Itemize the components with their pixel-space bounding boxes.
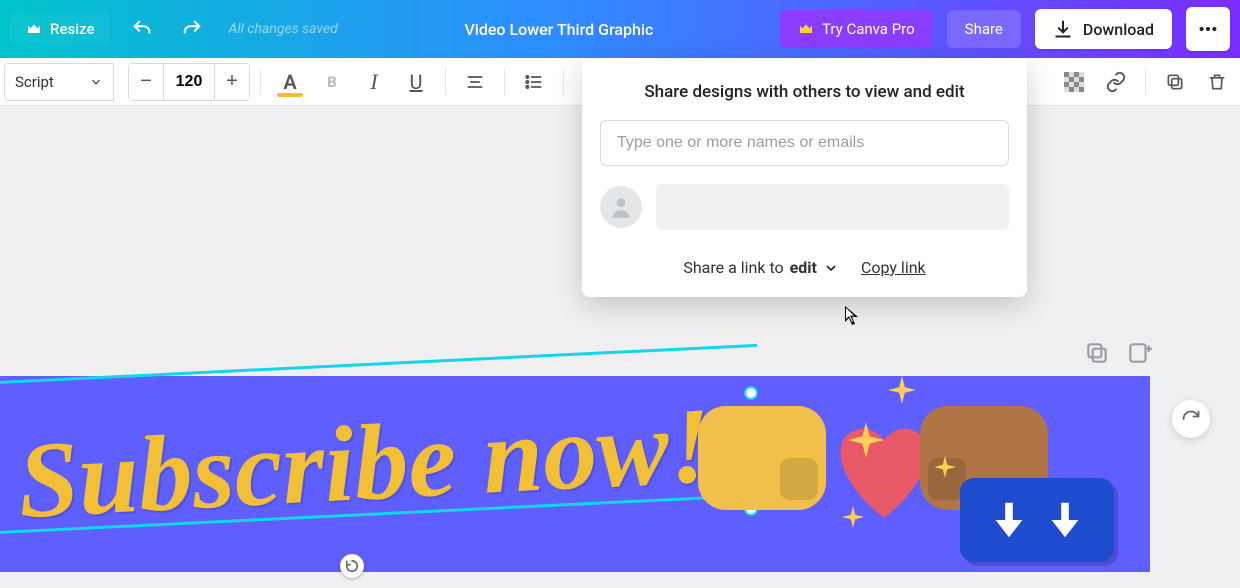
resize-label: Resize xyxy=(50,20,94,38)
transparency-button[interactable] xyxy=(1055,63,1093,101)
share-popover: Share designs with others to view and ed… xyxy=(582,58,1027,297)
cursor-icon xyxy=(843,305,861,327)
person-icon xyxy=(608,194,634,220)
design-canvas[interactable]: Subscribe now! xyxy=(0,376,1150,572)
copy-link-button[interactable]: Copy link xyxy=(861,258,926,277)
align-center-icon xyxy=(465,72,485,92)
font-size-stepper: − + xyxy=(128,63,250,101)
divider xyxy=(504,69,505,95)
transparency-icon xyxy=(1064,72,1084,92)
download-icon xyxy=(1053,19,1073,39)
sticker-group[interactable] xyxy=(690,376,930,536)
arrow-down-icon xyxy=(1042,497,1088,543)
list-button[interactable] xyxy=(515,63,553,101)
duplicate-button[interactable] xyxy=(1156,63,1194,101)
font-size-input[interactable] xyxy=(163,64,215,100)
rotate-handle[interactable] xyxy=(340,554,364,578)
font-size-increase[interactable]: + xyxy=(215,64,249,100)
italic-button[interactable]: I xyxy=(355,63,393,101)
share-link-row: Share a link to edit Copy link xyxy=(600,258,1009,277)
rotate-icon xyxy=(345,559,359,573)
download-label: Download xyxy=(1083,20,1154,39)
divider xyxy=(445,69,446,95)
arrow-down-icon xyxy=(986,497,1032,543)
crown-icon xyxy=(26,21,42,37)
duplicate-page-button[interactable] xyxy=(1084,340,1110,366)
link-icon xyxy=(1105,71,1127,93)
text-color-swatch xyxy=(277,93,303,97)
document-title[interactable]: Video Lower Third Graphic xyxy=(352,20,766,39)
undo-button[interactable] xyxy=(124,11,160,47)
share-recipients-input[interactable] xyxy=(600,120,1009,166)
share-permission-placeholder[interactable] xyxy=(656,184,1009,230)
trash-icon xyxy=(1207,72,1227,92)
ellipsis-icon xyxy=(1197,18,1219,40)
share-member-row xyxy=(600,184,1009,230)
list-icon xyxy=(524,72,544,92)
try-pro-label: Try Canva Pro xyxy=(822,20,915,38)
undo-icon xyxy=(131,18,153,40)
align-button[interactable] xyxy=(456,63,494,101)
font-size-decrease[interactable]: − xyxy=(129,64,163,100)
autosave-status: All changes saved xyxy=(228,21,337,37)
chevron-down-icon xyxy=(89,75,103,89)
share-link-prefix: Share a link to xyxy=(683,258,783,277)
copy-icon xyxy=(1165,72,1185,92)
divider xyxy=(260,69,261,95)
delete-button[interactable] xyxy=(1198,63,1236,101)
chevron-down-icon xyxy=(823,260,839,276)
underline-button[interactable]: U xyxy=(397,63,435,101)
download-button[interactable]: Download xyxy=(1035,9,1172,49)
try-pro-button[interactable]: Try Canva Pro xyxy=(780,10,933,48)
reset-button[interactable] xyxy=(1172,400,1210,438)
redo-icon xyxy=(181,18,203,40)
selection-edge xyxy=(0,344,757,384)
bold-button[interactable]: B xyxy=(313,63,351,101)
redo-button[interactable] xyxy=(174,11,210,47)
share-button[interactable]: Share xyxy=(947,10,1021,48)
top-nav: Resize All changes saved Video Lower Thi… xyxy=(0,0,1240,58)
more-button[interactable] xyxy=(1186,7,1230,51)
share-link-permission[interactable]: Share a link to edit xyxy=(683,258,839,277)
text-color-button[interactable]: A xyxy=(271,63,309,101)
share-link-perm: edit xyxy=(790,258,817,277)
refresh-icon xyxy=(1181,409,1201,429)
sparkle-icon xyxy=(888,376,916,404)
share-popover-title: Share designs with others to view and ed… xyxy=(600,82,1009,102)
sparkle-icon xyxy=(842,506,864,528)
font-picker[interactable]: Script xyxy=(4,63,114,101)
share-label: Share xyxy=(965,20,1003,38)
link-button[interactable] xyxy=(1097,63,1135,101)
download-badge[interactable] xyxy=(960,478,1114,562)
resize-button[interactable]: Resize xyxy=(10,12,110,46)
divider xyxy=(563,69,564,95)
add-page-button[interactable] xyxy=(1126,340,1152,366)
font-name: Script xyxy=(15,73,54,91)
page-tools xyxy=(1084,340,1152,366)
avatar xyxy=(600,186,642,228)
fist-left-icon xyxy=(698,406,826,510)
crown-icon xyxy=(798,21,814,37)
divider xyxy=(1145,69,1146,95)
